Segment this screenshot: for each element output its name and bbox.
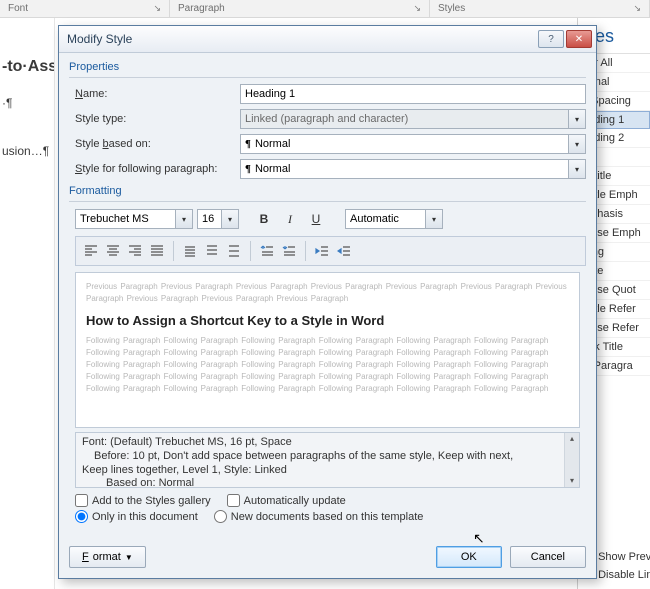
increase-indent-button[interactable] [333, 240, 355, 262]
following-label: Style for following paragraph: [75, 163, 240, 175]
align-justify-icon [150, 244, 164, 258]
dialog-titlebar[interactable]: Modify Style ? ✕ [59, 26, 596, 53]
align-left-button[interactable] [80, 240, 102, 262]
align-right-button[interactable] [124, 240, 146, 262]
style-type-label: Style type: [75, 113, 240, 125]
line-spacing-2-button[interactable] [223, 240, 245, 262]
font-color-combo[interactable]: Automatic▾ [345, 209, 443, 229]
indent-decrease-icon [315, 244, 329, 258]
font-size-combo[interactable]: 16▾ [197, 209, 239, 229]
bold-button[interactable]: B [253, 208, 275, 230]
align-justify-button[interactable] [146, 240, 168, 262]
auto-update-checkbox[interactable] [227, 494, 240, 507]
based-on-label: Style based on: [75, 138, 240, 150]
align-center-button[interactable] [102, 240, 124, 262]
line-spacing-15-button[interactable] [201, 240, 223, 262]
chevron-down-icon[interactable]: ▾ [568, 160, 585, 178]
spacing-2-icon [227, 244, 241, 258]
cancel-button[interactable]: Cancel [510, 546, 586, 568]
scroll-down-icon[interactable]: ▾ [570, 476, 574, 486]
decrease-indent-button[interactable] [311, 240, 333, 262]
help-button[interactable]: ? [538, 30, 564, 48]
preview-sample-text: How to Assign a Shortcut Key to a Style … [86, 311, 569, 331]
align-center-icon [106, 244, 120, 258]
ribbon-group-styles: Styles↘ [430, 0, 650, 17]
add-to-gallery-checkbox[interactable] [75, 494, 88, 507]
line-spacing-1-button[interactable] [179, 240, 201, 262]
align-right-icon [128, 244, 142, 258]
name-label: Name: [75, 88, 240, 100]
dialog-launcher-icon[interactable]: ↘ [633, 3, 641, 14]
only-this-doc-radio[interactable] [75, 510, 88, 523]
dialog-launcher-icon[interactable]: ↘ [413, 3, 421, 14]
indent-increase-icon [337, 244, 351, 258]
close-button[interactable]: ✕ [566, 30, 592, 48]
properties-section-label: Properties [69, 61, 586, 73]
space-before-inc-button[interactable] [256, 240, 278, 262]
chevron-down-icon[interactable]: ▾ [568, 135, 585, 153]
space-before-icon [260, 244, 274, 258]
format-button[interactable]: Format▼ [69, 546, 146, 568]
spacing-1-icon [183, 244, 197, 258]
style-based-on-combo[interactable]: ¶Normal▾ [240, 134, 586, 154]
space-after-icon [282, 244, 296, 258]
style-description: Font: (Default) Trebuchet MS, 16 pt, Spa… [75, 432, 580, 488]
style-preview: Previous Paragraph Previous Paragraph Pr… [75, 272, 580, 428]
space-before-dec-button[interactable] [278, 240, 300, 262]
chevron-down-icon[interactable]: ▾ [175, 210, 192, 228]
align-left-icon [84, 244, 98, 258]
document-area: -to·Ass ·¶ usion…¶ [0, 18, 55, 589]
formatting-section-label: Formatting [69, 185, 586, 197]
ok-button[interactable]: OK [436, 546, 502, 568]
style-type-combo: Linked (paragraph and character)▾ [240, 109, 586, 129]
chevron-down-icon[interactable]: ▾ [221, 210, 238, 228]
modify-style-dialog: Modify Style ? ✕ Properties Name: Style … [58, 25, 597, 579]
italic-button[interactable]: I [279, 208, 301, 230]
description-scrollbar[interactable]: ▴▾ [564, 433, 579, 487]
underline-button[interactable]: U [305, 208, 327, 230]
ribbon-group-paragraph: Paragraph↘ [170, 0, 430, 17]
new-docs-radio[interactable] [214, 510, 227, 523]
ribbon-groups: Font↘ Paragraph↘ Styles↘ [0, 0, 650, 18]
dialog-title: Modify Style [67, 32, 536, 46]
style-following-combo[interactable]: ¶Normal▾ [240, 159, 586, 179]
dialog-launcher-icon[interactable]: ↘ [153, 3, 161, 14]
style-name-input[interactable] [240, 84, 586, 104]
spacing-15-icon [205, 244, 219, 258]
chevron-down-icon: ▾ [568, 110, 585, 128]
font-family-combo[interactable]: Trebuchet MS▾ [75, 209, 193, 229]
ribbon-group-font: Font↘ [0, 0, 170, 17]
scroll-up-icon[interactable]: ▴ [570, 434, 574, 444]
chevron-down-icon[interactable]: ▾ [425, 210, 442, 228]
